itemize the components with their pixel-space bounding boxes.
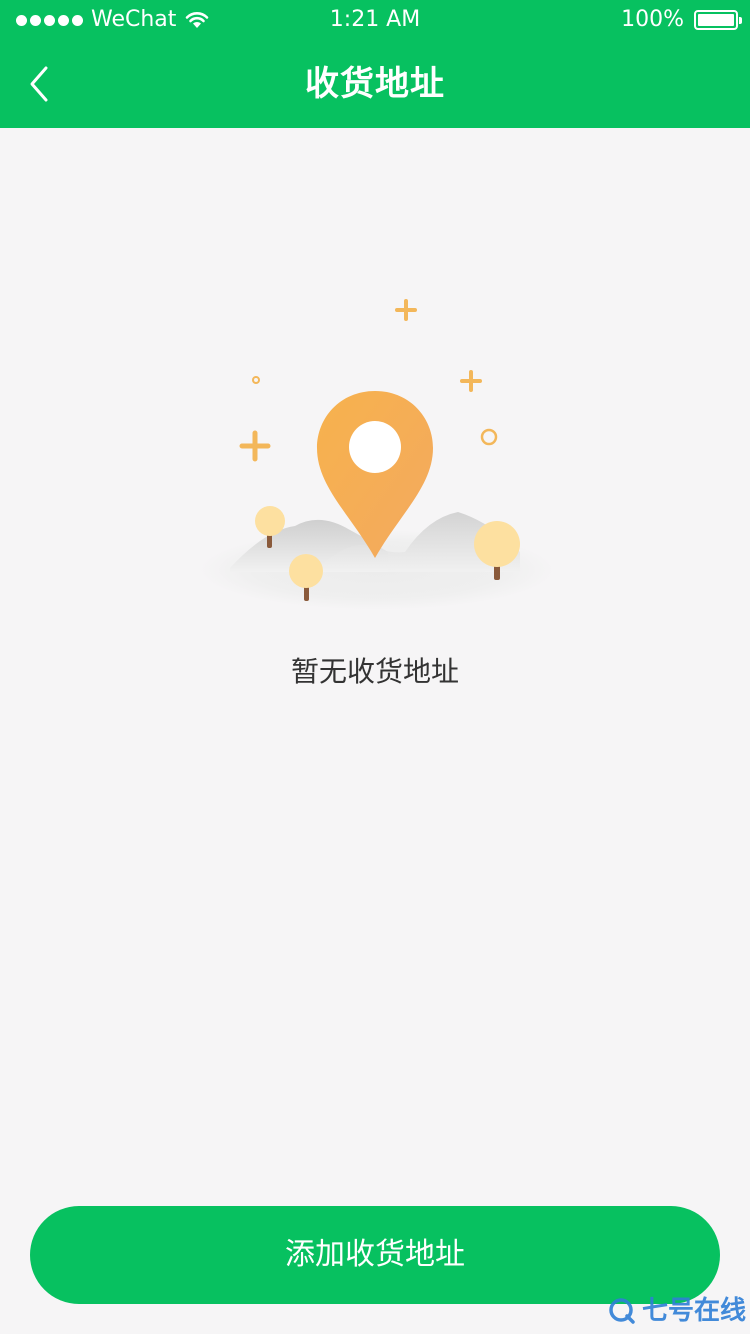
watermark: 七号在线 xyxy=(608,1296,746,1326)
top-bar: WeChat 1:21 AM 100% 收货地址 xyxy=(0,0,750,128)
add-address-button[interactable]: 添加收货地址 xyxy=(30,1206,720,1304)
address-list-screen: WeChat 1:21 AM 100% 收货地址 暂无收货地址 添加收货地址 七… xyxy=(0,0,750,1334)
page-title: 收货地址 xyxy=(305,64,445,104)
battery-icon xyxy=(694,10,742,30)
navigation-bar: 收货地址 xyxy=(0,40,750,128)
watermark-logo-icon xyxy=(609,1298,635,1324)
watermark-text: 七号在线 xyxy=(641,1296,746,1326)
empty-message: 暂无收货地址 xyxy=(290,655,459,688)
battery-percent: 100% xyxy=(621,7,684,32)
location-pin-icon xyxy=(199,299,555,610)
status-bar: WeChat 1:21 AM 100% xyxy=(0,0,750,40)
status-right: 100% xyxy=(621,7,742,32)
